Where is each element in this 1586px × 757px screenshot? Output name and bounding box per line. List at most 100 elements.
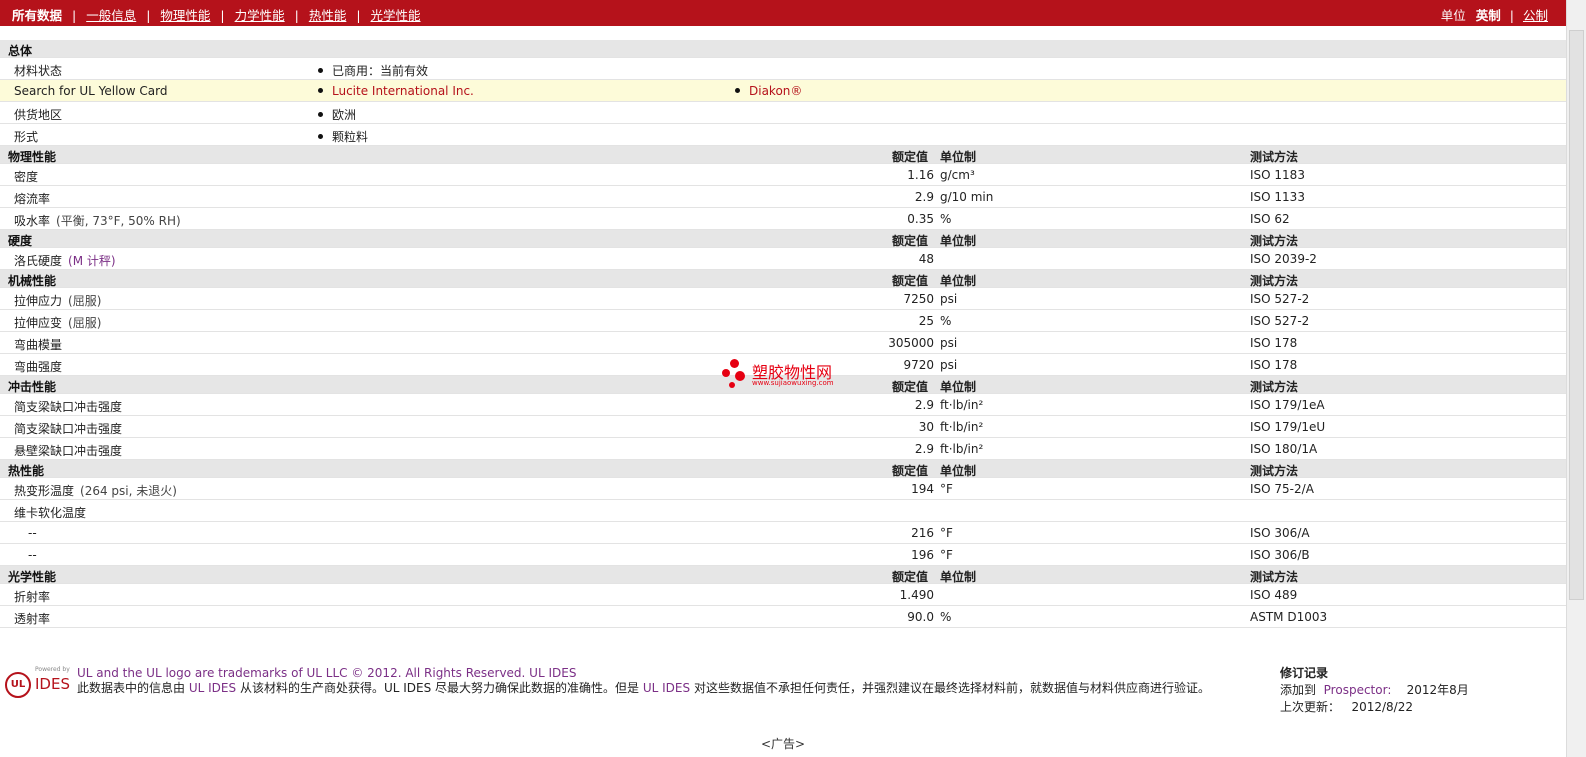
property-row: 热变形温度 (264 psi, 未退火) 194 °F ISO 75-2/A bbox=[0, 478, 1566, 500]
vertical-scrollbar[interactable] bbox=[1566, 0, 1586, 757]
column-header-value: 额定值 bbox=[892, 380, 929, 394]
test-method: ISO 178 bbox=[1250, 336, 1298, 350]
test-method: ISO 527-2 bbox=[1250, 314, 1310, 328]
trade-name-link[interactable]: Diakon® bbox=[735, 84, 802, 98]
row-label: 材料状态 bbox=[14, 64, 63, 78]
manufacturer-link[interactable]: Lucite International Inc. bbox=[318, 84, 474, 98]
yellow-card-link[interactable]: Search for UL Yellow Card bbox=[14, 84, 167, 98]
column-header-value: 额定值 bbox=[892, 570, 929, 584]
general-row: 材料状态 已商用：当前有效 bbox=[0, 58, 1566, 80]
property-label: 透射率 bbox=[14, 612, 51, 626]
disclaimer: 此数据表中的信息由 UL IDES 从该材料的生产商处获得。UL IDES 尽最… bbox=[77, 681, 1210, 695]
nav-separator: | bbox=[294, 8, 299, 23]
property-value: 216 bbox=[911, 526, 934, 540]
section-header: 机械性能 额定值 单位制 测试方法 bbox=[0, 270, 1566, 288]
property-unit: % bbox=[940, 212, 952, 226]
test-method: ISO 1183 bbox=[1250, 168, 1305, 182]
column-header-unit: 单位制 bbox=[940, 150, 977, 164]
property-value: 305000 bbox=[888, 336, 934, 350]
property-label: 热变形温度 (264 psi, 未退火) bbox=[14, 484, 177, 498]
scrollbar-thumb[interactable] bbox=[1569, 30, 1584, 600]
section-nav: 所有数据 | 一般信息 | 物理性能 | 力学性能 | 热性能 | 光学性能 bbox=[12, 5, 421, 24]
property-label: -- bbox=[28, 548, 37, 562]
row-value: 颗粒料 bbox=[318, 128, 368, 145]
bullet-icon bbox=[318, 112, 323, 117]
property-row: 熔流率 2.9 g/10 min ISO 1133 bbox=[0, 186, 1566, 208]
general-row: 形式 颗粒料 bbox=[0, 124, 1566, 146]
unit-metric[interactable]: 公制 bbox=[1523, 8, 1548, 23]
nav-optical[interactable]: 光学性能 bbox=[371, 8, 421, 23]
row-label: 形式 bbox=[14, 130, 39, 144]
test-method: ISO 180/1A bbox=[1250, 442, 1318, 456]
section-header-general: 总体 bbox=[0, 40, 1566, 58]
test-method: ISO 178 bbox=[1250, 358, 1298, 372]
property-value: 90.0 bbox=[907, 610, 934, 624]
datasheet-table: 总体 材料状态 已商用：当前有效 Search for UL Yellow Ca… bbox=[0, 40, 1566, 628]
column-header-unit: 单位制 bbox=[940, 380, 977, 394]
column-header-method: 测试方法 bbox=[1250, 274, 1299, 288]
property-label: 折射率 bbox=[14, 590, 51, 604]
property-value: 196 bbox=[911, 548, 934, 562]
nav-separator: | bbox=[356, 8, 361, 23]
nav-thermal[interactable]: 热性能 bbox=[309, 8, 347, 23]
revision-updated: 上次更新： 2012/8/22 bbox=[1280, 700, 1413, 714]
column-header-method: 测试方法 bbox=[1250, 464, 1299, 478]
logo-dot-icon bbox=[722, 369, 730, 377]
property-label: 熔流率 bbox=[14, 192, 51, 206]
property-unit: ft·lb/in² bbox=[940, 442, 984, 456]
property-label: 拉伸应力 (屈服) bbox=[14, 294, 102, 308]
column-header-unit: 单位制 bbox=[940, 570, 977, 584]
nav-general[interactable]: 一般信息 bbox=[86, 8, 136, 23]
section-title: 硬度 bbox=[8, 234, 33, 248]
powered-by-text: Powered by bbox=[35, 666, 70, 673]
property-unit: g/cm³ bbox=[940, 168, 975, 182]
property-unit: °F bbox=[940, 526, 953, 540]
ides-link[interactable]: UL IDES bbox=[643, 681, 690, 695]
nav-mechanical[interactable]: 力学性能 bbox=[235, 8, 285, 23]
property-row: 悬壁梁缺口冲击强度 2.9 ft·lb/in² ISO 180/1A bbox=[0, 438, 1566, 460]
prospector-link[interactable]: Prospector: bbox=[1324, 683, 1392, 697]
nav-separator: | bbox=[72, 8, 77, 23]
property-unit: psi bbox=[940, 336, 958, 350]
section-header: 物理性能 额定值 单位制 测试方法 bbox=[0, 146, 1566, 164]
test-method: ISO 306/B bbox=[1250, 548, 1310, 562]
property-value: 2.9 bbox=[914, 190, 934, 204]
property-label: 吸水率 (平衡, 73°F, 50% RH) bbox=[14, 214, 181, 228]
revision-history: 修订记录 添加到 Prospector: 2012年8月 上次更新： 2012/… bbox=[1280, 665, 1469, 716]
property-label: 洛氏硬度 (M 计秤) bbox=[14, 254, 116, 268]
property-unit: % bbox=[940, 314, 952, 328]
test-method: ISO 306/A bbox=[1250, 526, 1310, 540]
units-label: 单位 bbox=[1440, 8, 1466, 23]
property-value: 1.16 bbox=[907, 168, 934, 182]
bullet-icon bbox=[735, 88, 740, 93]
trademark-notice: UL and the UL logo are trademarks of UL … bbox=[77, 666, 577, 680]
section-title: 冲击性能 bbox=[8, 380, 57, 394]
nav-physical[interactable]: 物理性能 bbox=[160, 8, 210, 23]
nav-all-data[interactable]: 所有数据 bbox=[12, 5, 62, 24]
section-header: 光学性能 额定值 单位制 测试方法 bbox=[0, 566, 1566, 584]
property-row: 吸水率 (平衡, 73°F, 50% RH) 0.35% ISO 62 bbox=[0, 208, 1566, 230]
property-row: 简支梁缺口冲击强度 2.9 ft·lb/in² ISO 179/1eA bbox=[0, 394, 1566, 416]
property-qualifier: (屈服) bbox=[68, 294, 102, 308]
property-row: 弯曲模量 305000 psi ISO 178 bbox=[0, 332, 1566, 354]
revision-title: 修订记录 bbox=[1280, 666, 1329, 680]
property-value: 9720 bbox=[903, 358, 934, 372]
test-method: ISO 527-2 bbox=[1250, 292, 1310, 306]
logo-dot-icon bbox=[730, 359, 739, 368]
logo-dot-icon bbox=[729, 382, 735, 388]
property-unit: ft·lb/in² bbox=[940, 398, 984, 412]
top-nav-bar: 所有数据 | 一般信息 | 物理性能 | 力学性能 | 热性能 | 光学性能 单… bbox=[0, 0, 1566, 26]
column-header-unit: 单位制 bbox=[940, 234, 977, 248]
property-value: 2.9 bbox=[914, 442, 934, 456]
column-header-value: 额定值 bbox=[892, 274, 929, 288]
property-label: 弯曲模量 bbox=[14, 338, 63, 352]
test-method: ISO 2039-2 bbox=[1250, 252, 1317, 266]
section-header: 热性能 额定值 单位制 测试方法 bbox=[0, 460, 1566, 478]
test-method: ISO 489 bbox=[1250, 588, 1298, 602]
general-row: 供货地区 欧洲 bbox=[0, 102, 1566, 124]
nav-separator: | bbox=[220, 8, 225, 23]
ides-link[interactable]: UL IDES bbox=[189, 681, 236, 695]
unit-imperial[interactable]: 英制 bbox=[1476, 8, 1501, 23]
property-label: 悬壁梁缺口冲击强度 bbox=[14, 444, 123, 458]
test-method: ISO 1133 bbox=[1250, 190, 1305, 204]
